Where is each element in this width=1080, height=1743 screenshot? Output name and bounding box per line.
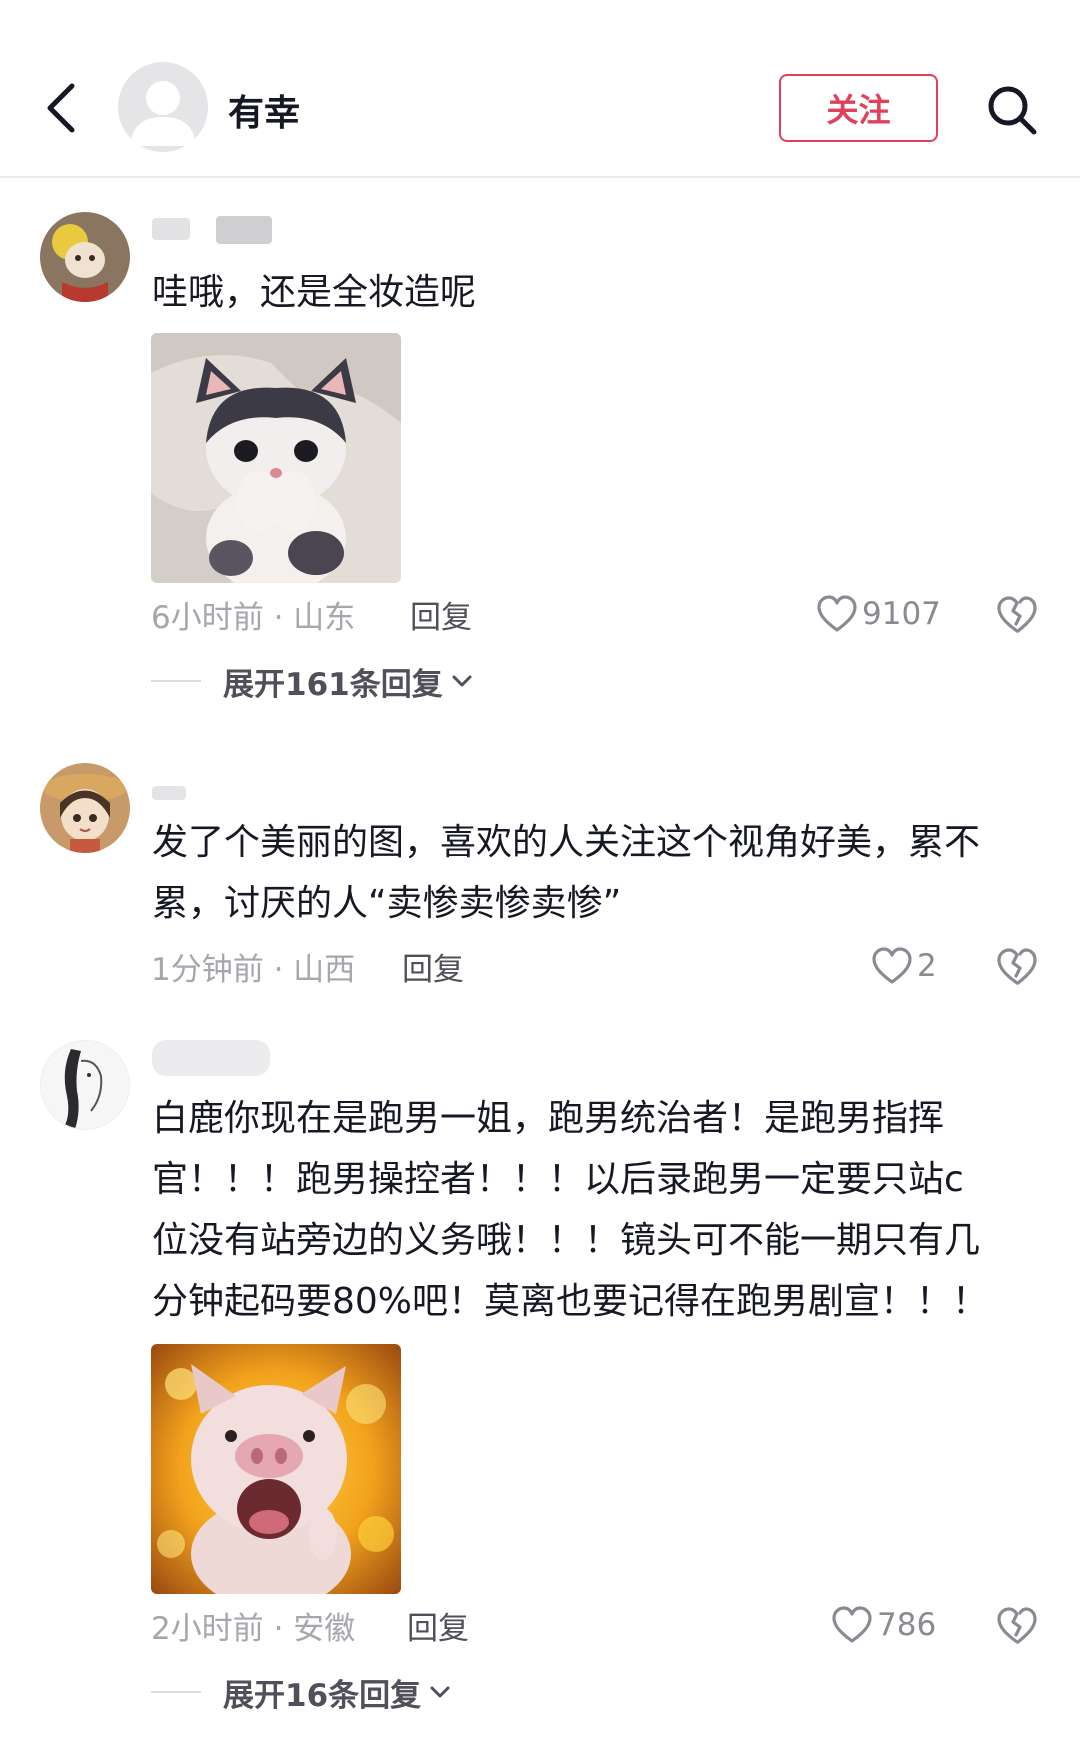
heart-icon <box>832 1606 872 1643</box>
like-count: 2 <box>917 948 937 984</box>
like-count: 9107 <box>862 596 941 632</box>
dislike-button[interactable] <box>996 1605 1038 1647</box>
expand-replies-label: 展开16条回复 <box>223 1677 422 1714</box>
avatar-image <box>40 763 130 853</box>
comment-time-location: 6小时前 · 山东 <box>151 599 356 636</box>
comment-avatar[interactable] <box>40 212 130 302</box>
broken-heart-icon <box>997 948 1037 985</box>
comment-text-line: 白鹿你现在是跑男一姐，跑男统治者！是跑男指挥 <box>152 1098 945 1139</box>
broken-heart-icon <box>997 1607 1037 1644</box>
broken-heart-icon <box>997 596 1037 633</box>
chevron-left-icon <box>47 83 75 133</box>
avatar-image <box>40 212 130 302</box>
follow-button[interactable]: 关注 <box>779 74 938 142</box>
search-icon <box>988 86 1037 135</box>
like-button[interactable]: 786 <box>831 1603 936 1647</box>
comment-avatar[interactable] <box>40 763 130 853</box>
comment-text-line: 发了个美丽的图，喜欢的人关注这个视角好美，累不 <box>152 822 981 863</box>
comment-text: 发了个美丽的图，喜欢的人关注这个视角好美，累不 累，讨厌的人“卖惨卖惨卖惨” <box>152 812 980 934</box>
dislike-button[interactable] <box>996 594 1038 636</box>
comment-avatar[interactable] <box>40 1040 130 1130</box>
reply-button[interactable]: 回复 <box>410 592 472 637</box>
avatar-image <box>41 1041 129 1129</box>
comment-text: 白鹿你现在是跑男一姐，跑男统治者！是跑男指挥 官！！！跑男操控者！！！以后录跑男… <box>152 1088 988 1332</box>
screaming-pig-sticker-image[interactable] <box>151 1344 401 1594</box>
top-bar: 有幸 关注 <box>0 0 1080 176</box>
like-button[interactable]: 9107 <box>816 592 941 636</box>
default-avatar-icon <box>130 81 196 146</box>
comment-text: 哇哦，还是全妆造呢 <box>152 272 477 313</box>
username-blurred <box>152 1040 270 1076</box>
chevron-down-icon <box>430 1686 450 1698</box>
comment-text-line: 官！！！跑男操控者！！！以后录跑男一定要只站c <box>152 1159 964 1200</box>
reply-button[interactable]: 回复 <box>402 944 464 989</box>
comment-text-line: 位没有站旁边的义务哦！！！镜头可不能一期只有几 <box>152 1220 981 1261</box>
header-divider <box>0 176 1080 178</box>
back-button[interactable] <box>38 78 88 138</box>
chevron-down-icon <box>452 675 472 687</box>
heart-icon <box>817 595 857 632</box>
expand-replies-button[interactable]: 展开161条回复 <box>151 659 475 703</box>
like-count: 786 <box>877 1607 937 1643</box>
kitten-image <box>151 333 401 583</box>
expand-replies-label: 展开161条回复 <box>223 666 443 703</box>
expand-divider <box>151 1691 201 1693</box>
comment-time-location: 2小时前 · 安徽 <box>151 1610 356 1647</box>
comment-text-line: 分钟起码要80%吧！莫离也要记得在跑男剧宣！！！ <box>152 1281 989 1322</box>
username-blurred <box>152 218 190 240</box>
comment-text-line: 累，讨厌的人“卖惨卖惨卖惨” <box>152 883 622 924</box>
search-button[interactable] <box>984 82 1040 138</box>
username-blurred <box>152 786 186 800</box>
page-title: 有幸 <box>228 93 301 134</box>
username-blurred <box>216 216 272 244</box>
comment-time-location: 1分钟前 · 山西 <box>151 951 356 988</box>
reply-button[interactable]: 回复 <box>407 1603 469 1648</box>
like-button[interactable]: 2 <box>871 944 937 988</box>
pig-image <box>151 1344 401 1594</box>
expand-divider <box>151 680 201 682</box>
dislike-button[interactable] <box>996 946 1038 988</box>
heart-icon <box>872 947 912 984</box>
expand-replies-button[interactable]: 展开16条回复 <box>151 1670 453 1714</box>
kitten-sticker-image[interactable] <box>151 333 401 583</box>
profile-avatar[interactable] <box>118 62 208 152</box>
